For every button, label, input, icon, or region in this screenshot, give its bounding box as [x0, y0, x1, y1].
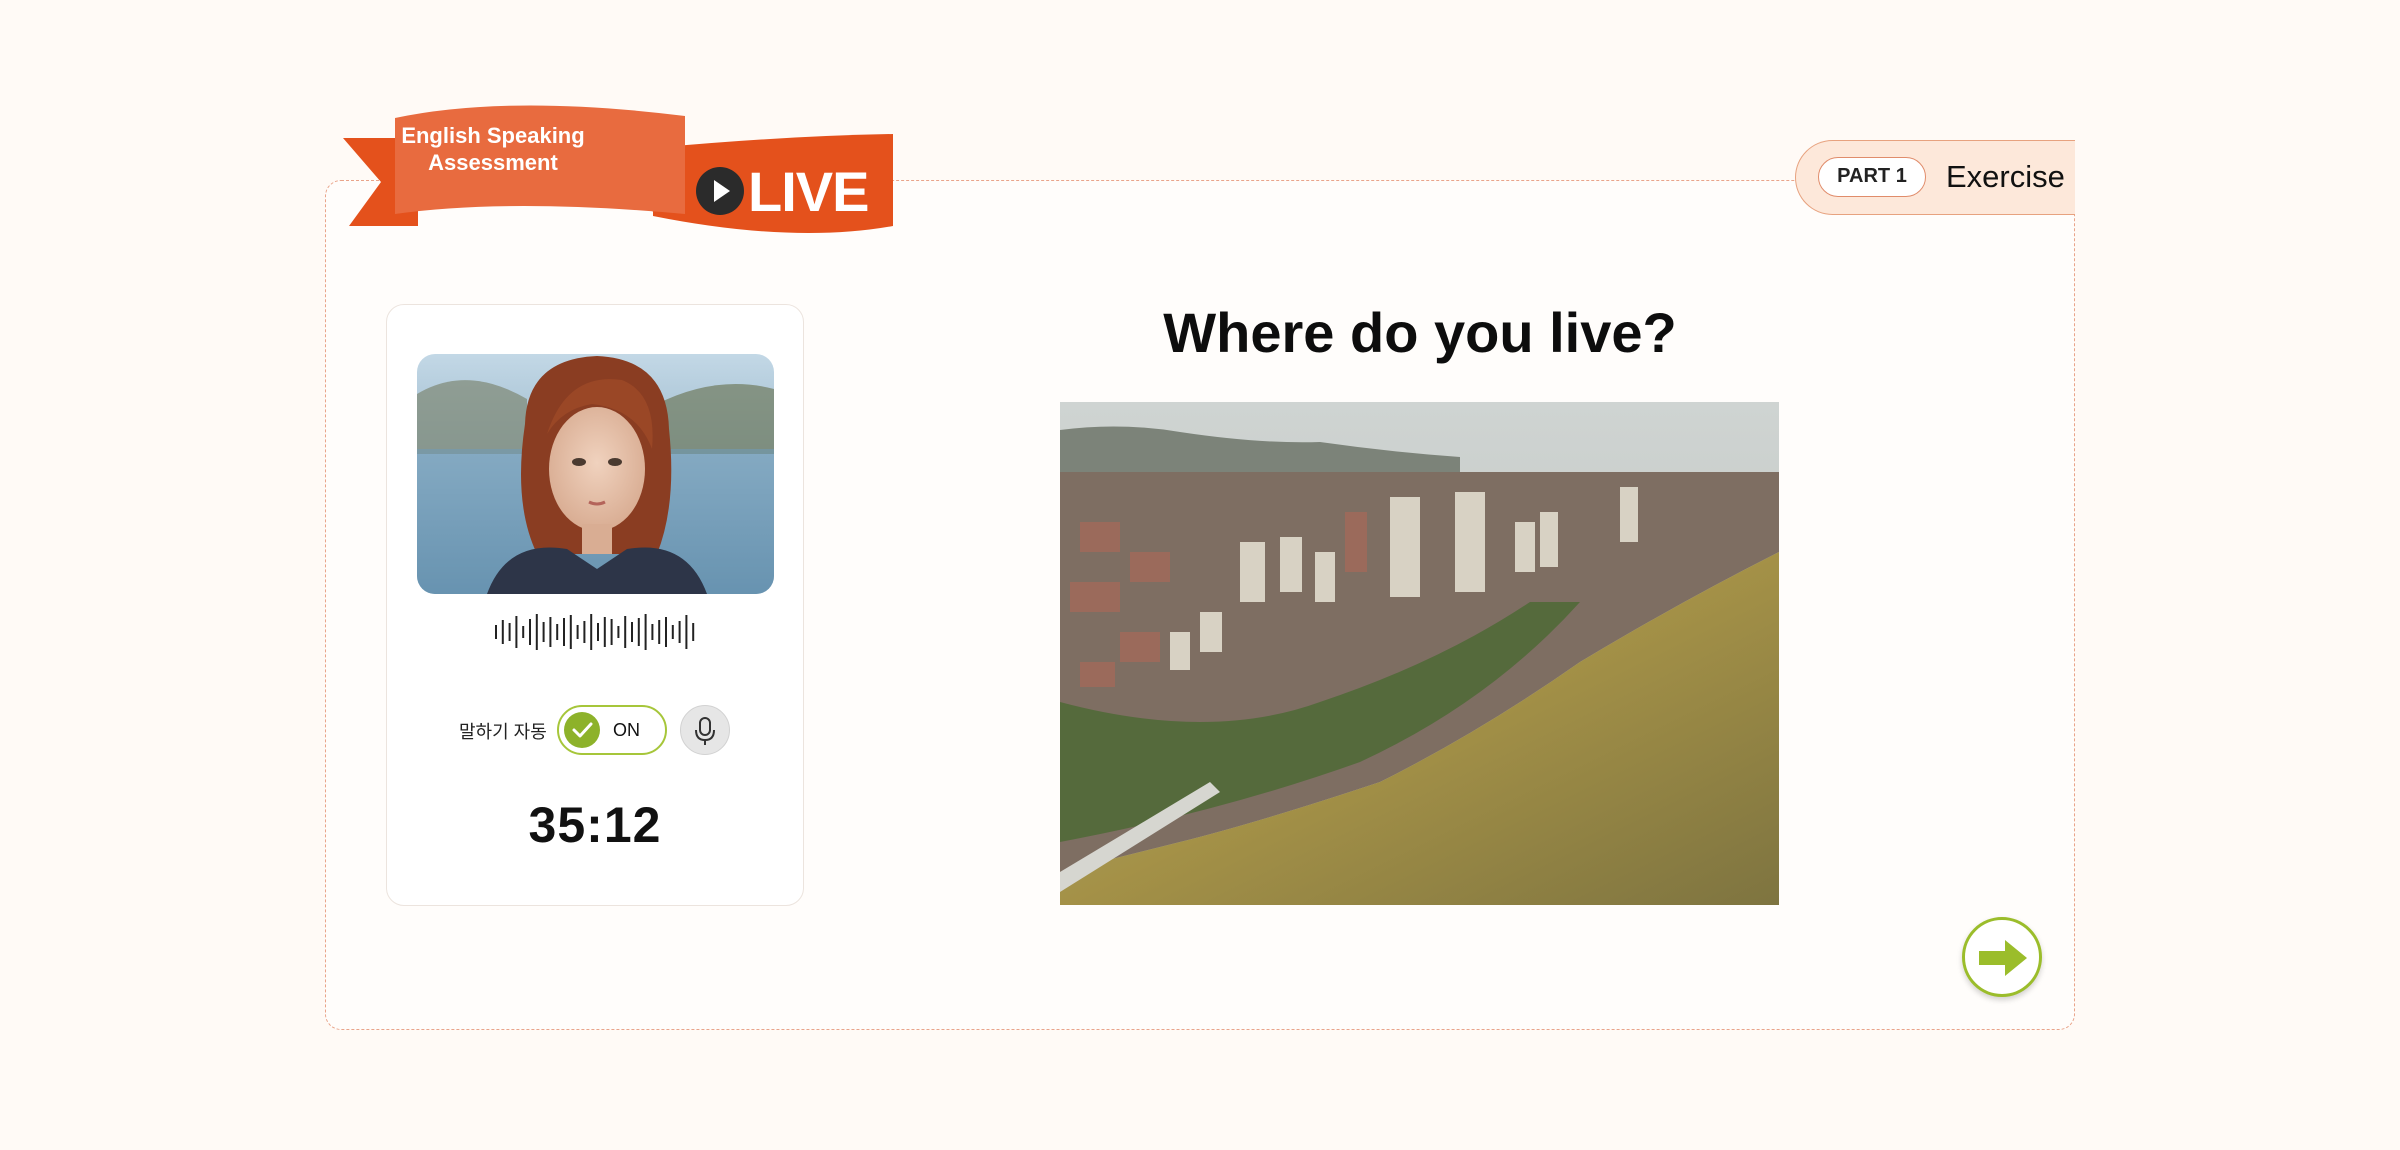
next-button[interactable]: [1962, 917, 2042, 997]
banner-title: English Speaking Assessment: [401, 123, 585, 175]
auto-speak-label: 말하기 자동: [459, 722, 547, 742]
toggle-state: ON: [613, 720, 640, 740]
speaker-card: 말하기 자동 ON 35:12: [386, 304, 804, 906]
city-image: [1060, 402, 1779, 905]
microphone-button[interactable]: [680, 705, 730, 755]
auto-speak-toggle[interactable]: ON: [557, 705, 667, 755]
countdown-timer: 35:12: [528, 797, 662, 853]
part-tab: PART 1 Exercise: [1795, 140, 2075, 215]
play-icon: [696, 167, 744, 215]
microphone-icon: [695, 717, 715, 745]
question-text: Where do you live?: [1163, 301, 1677, 364]
arrow-right-icon: [1979, 940, 2027, 976]
check-icon: [564, 712, 600, 748]
part-badge: PART 1: [1818, 157, 1926, 197]
waveform-icon: [495, 614, 695, 650]
part-name: Exercise: [1946, 159, 2065, 194]
avatar: [417, 354, 774, 594]
live-label: LIVE: [748, 160, 869, 223]
live-banner: English Speaking Assessment LIVE: [343, 96, 893, 246]
auto-speak-row: 말하기 자동 ON: [387, 703, 803, 757]
